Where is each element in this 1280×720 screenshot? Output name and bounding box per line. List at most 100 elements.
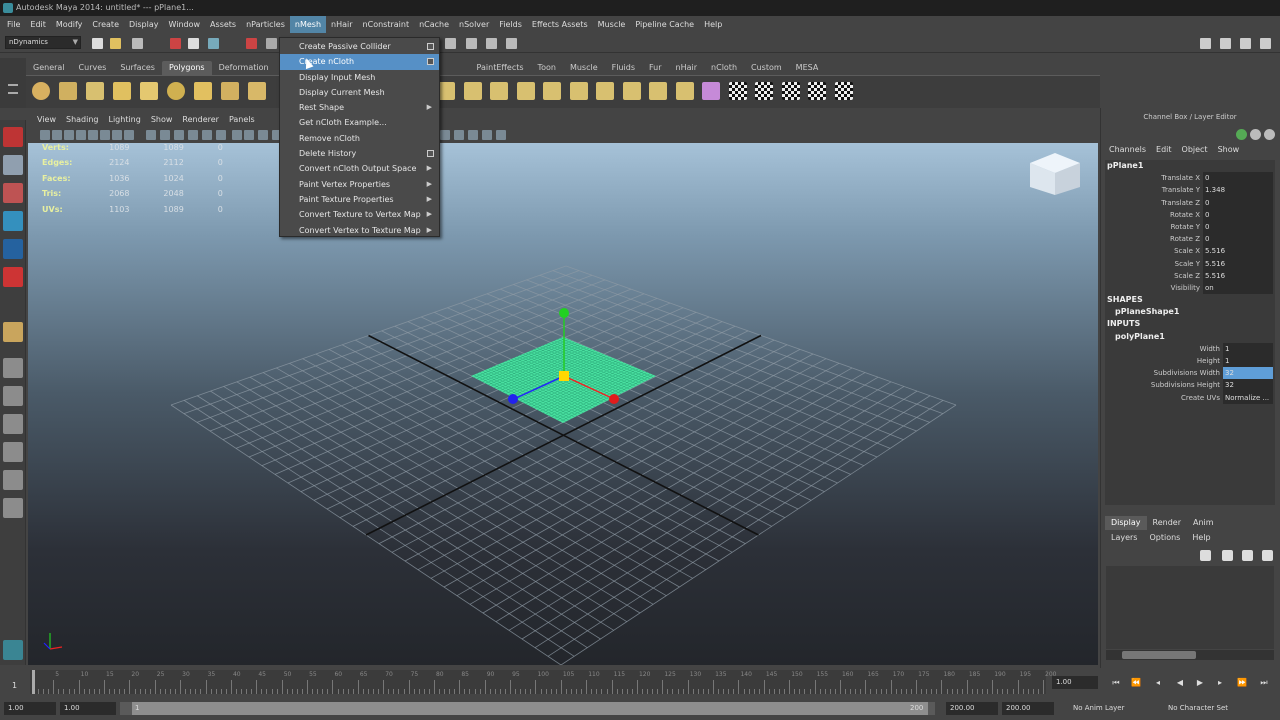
menu-muscle[interactable]: Muscle xyxy=(593,16,631,33)
step-back-key-icon[interactable]: ⏪ xyxy=(1130,677,1142,689)
move-tool-icon[interactable] xyxy=(3,211,23,231)
attr-rotate-y[interactable]: Rotate Y0 xyxy=(1105,220,1275,234)
menu-edit[interactable]: Edit xyxy=(25,16,51,33)
layout-single-icon[interactable] xyxy=(3,358,23,378)
attr-value[interactable]: 5.516 xyxy=(1203,269,1273,282)
poly-torus-icon[interactable] xyxy=(167,82,185,100)
menu-window[interactable]: Window xyxy=(164,16,206,33)
attr-value[interactable]: 32 xyxy=(1223,379,1273,392)
append-icon[interactable] xyxy=(622,82,641,100)
render-frame-icon[interactable] xyxy=(466,38,477,49)
shelf-options-icon[interactable] xyxy=(8,84,18,94)
panel-tool-icon-2[interactable] xyxy=(52,130,62,140)
input-attr-subdivisions-height[interactable]: Subdivisions Height 32 xyxy=(1105,379,1275,392)
range-slider-handle[interactable] xyxy=(132,702,928,715)
panel-tool-icon-10[interactable] xyxy=(160,130,170,140)
panel-tool-icon-22[interactable] xyxy=(482,130,492,140)
move-layer-down-icon[interactable] xyxy=(1262,550,1273,561)
panel-tool-icon-3[interactable] xyxy=(64,130,74,140)
menu-nhair[interactable]: nHair xyxy=(326,16,358,33)
shelf-tab-mesa[interactable]: MESA xyxy=(789,61,826,75)
checker-layout-icon[interactable] xyxy=(781,82,800,100)
menu-nmesh[interactable]: nMesh xyxy=(289,16,327,33)
option-box-icon[interactable] xyxy=(427,150,434,158)
paint-select-icon[interactable] xyxy=(3,183,23,203)
attr-translate-x[interactable]: Translate X0 xyxy=(1105,172,1275,185)
poly-helix-icon[interactable] xyxy=(248,82,266,100)
panel-menu-lighting[interactable]: Lighting xyxy=(103,113,145,127)
select-component-icon[interactable] xyxy=(208,38,219,49)
shelf-tab-curves[interactable]: Curves xyxy=(72,61,114,75)
attribute-editor-toggle-icon[interactable] xyxy=(1200,38,1211,49)
go-to-start-icon[interactable]: ⏮ xyxy=(1110,677,1122,689)
command-shell-icon[interactable] xyxy=(3,640,23,660)
panel-tool-icon-9[interactable] xyxy=(146,130,156,140)
poly-sphere-icon[interactable] xyxy=(32,82,50,100)
ipr-render-icon[interactable] xyxy=(486,38,497,49)
menu-item-rest-shape[interactable]: Rest Shape ▶ xyxy=(280,100,439,115)
menu-help[interactable]: Help xyxy=(699,16,727,33)
attr-value[interactable]: 1 xyxy=(1223,342,1273,355)
attr-value[interactable]: on xyxy=(1203,281,1273,295)
new-scene-icon[interactable] xyxy=(92,38,103,49)
rotate-tool-icon[interactable] xyxy=(3,239,23,259)
snap-grid-icon[interactable] xyxy=(246,38,257,49)
attr-value[interactable]: 1.348 xyxy=(1203,184,1273,197)
new-empty-layer-icon[interactable] xyxy=(1200,550,1211,561)
menu-nsolver[interactable]: nSolver xyxy=(454,16,494,33)
go-to-end-icon[interactable]: ⏭ xyxy=(1258,677,1270,689)
menu-item-get-ncloth-example[interactable]: Get nCloth Example... xyxy=(280,115,439,130)
shelf-tab-polygons[interactable]: Polygons xyxy=(161,61,212,75)
panel-tool-icon-14[interactable] xyxy=(216,130,226,140)
select-tool-icon[interactable] xyxy=(3,127,23,147)
attr-rotate-z[interactable]: Rotate Z0 xyxy=(1105,233,1275,246)
panel-tool-icon-15[interactable] xyxy=(232,130,242,140)
menu-fields[interactable]: Fields xyxy=(494,16,527,33)
attr-value[interactable]: 0 xyxy=(1203,233,1273,246)
checker-map-icon[interactable] xyxy=(755,82,773,100)
smooth-icon[interactable] xyxy=(516,82,535,100)
panel-tool-icon-12[interactable] xyxy=(188,130,198,140)
extrude-icon[interactable] xyxy=(569,82,588,100)
shelf-tab-toon[interactable]: Toon xyxy=(531,61,563,75)
object-name[interactable]: pPlane1 xyxy=(1105,160,1275,172)
channel-box-menu-edit[interactable]: Edit xyxy=(1151,145,1177,157)
tool-settings-toggle-icon[interactable] xyxy=(1220,38,1231,49)
animation-end-field[interactable]: 200.00 xyxy=(1002,702,1054,715)
menu-item-display-current-mesh[interactable]: Display Current Mesh xyxy=(280,85,439,100)
menu-item-create-passive-collider[interactable]: Create Passive Collider xyxy=(280,39,439,54)
channel-box-icon-c[interactable] xyxy=(1264,129,1275,140)
lasso-tool-icon[interactable] xyxy=(3,155,23,175)
step-forward-frame-icon[interactable]: ▸ xyxy=(1214,677,1226,689)
input-node-name[interactable]: polyPlane1 xyxy=(1105,331,1275,343)
scale-tool-icon[interactable] xyxy=(3,267,23,287)
layout-persp-graph-icon[interactable] xyxy=(3,442,23,462)
attr-scale-x[interactable]: Scale X 5.516 xyxy=(1105,245,1275,258)
menu-item-remove-ncloth[interactable]: Remove nCloth xyxy=(280,131,439,146)
shelf-tab-fluids[interactable]: Fluids xyxy=(605,61,642,75)
channel-box-menu-show[interactable]: Show xyxy=(1213,145,1245,157)
layer-tab-display[interactable]: Display xyxy=(1105,516,1147,530)
menu-item-paint-texture-properties[interactable]: Paint Texture Properties ▶ xyxy=(280,192,439,207)
merge-icon[interactable] xyxy=(675,82,694,100)
shelf-tab-custom[interactable]: Custom xyxy=(744,61,789,75)
menu-create[interactable]: Create xyxy=(87,16,124,33)
channel-box-menu-channels[interactable]: Channels xyxy=(1104,145,1151,157)
layer-tab-anim[interactable]: Anim xyxy=(1187,516,1220,530)
poly-cone-icon[interactable] xyxy=(113,82,131,100)
menu-item-display-input-mesh[interactable]: Display Input Mesh xyxy=(280,70,439,85)
shelf-tab-deformation[interactable]: Deformation xyxy=(212,61,276,75)
poly-plane-icon[interactable] xyxy=(140,82,158,100)
channel-box-icon-a[interactable] xyxy=(1236,129,1247,140)
perspective-viewport[interactable] xyxy=(28,143,1098,665)
menu-pipeline-cache[interactable]: Pipeline Cache xyxy=(630,16,699,33)
menu-display[interactable]: Display xyxy=(124,16,164,33)
select-object-icon[interactable] xyxy=(188,38,199,49)
play-backward-icon[interactable]: ◀ xyxy=(1174,677,1186,689)
bevel-icon[interactable] xyxy=(543,82,561,100)
attr-scale-y[interactable]: Scale Y 5.516 xyxy=(1105,257,1275,270)
layer-scroll-thumb[interactable] xyxy=(1122,651,1196,659)
input-attr-width[interactable]: Width 1 xyxy=(1105,342,1275,355)
poly-cylinder-icon[interactable] xyxy=(86,82,104,100)
select-hierarchy-icon[interactable] xyxy=(170,38,181,49)
